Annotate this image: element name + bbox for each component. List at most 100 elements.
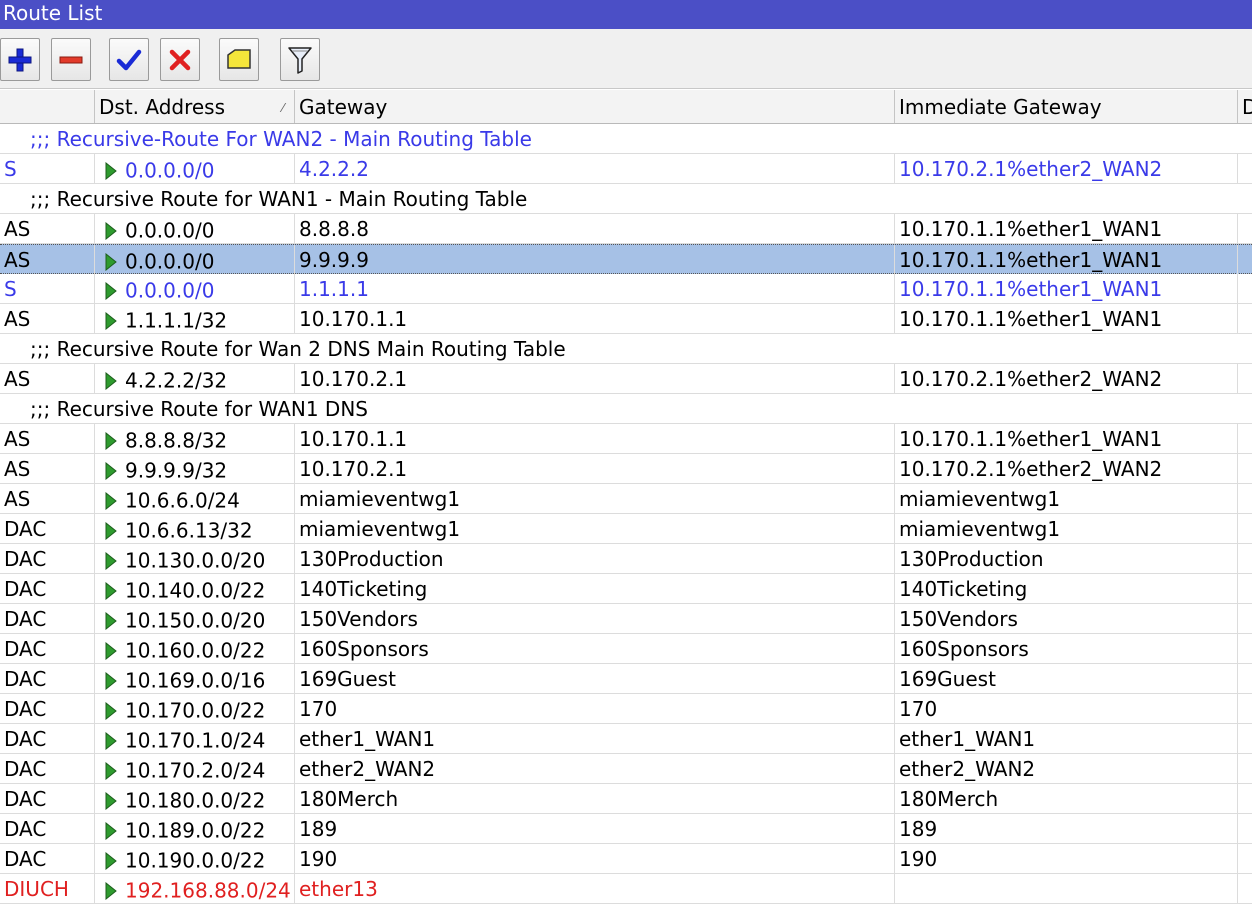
dst-address-cell: 10.170.0.0/22 xyxy=(95,694,295,723)
column-header-dst-address-label: Dst. Address xyxy=(99,95,226,119)
dst-address-cell: 10.6.6.0/24 xyxy=(95,484,295,513)
route-arrow-icon xyxy=(105,431,117,450)
gateway-cell: 9.9.9.9 xyxy=(295,245,895,274)
immediate-gateway-cell: 10.170.2.1%ether2_WAN2 xyxy=(895,364,1238,393)
dst-address-cell: 9.9.9.9/32 xyxy=(95,454,295,483)
table-row[interactable]: DAC 10.170.0.0/22 170 170 xyxy=(0,694,1252,724)
route-table-body: ;;; Recursive-Route For WAN2 - Main Rout… xyxy=(0,124,1252,904)
gateway-cell: 10.170.1.1 xyxy=(295,424,895,453)
immediate-gateway-cell: 10.170.1.1%ether1_WAN1 xyxy=(895,274,1238,303)
flags-cell: S xyxy=(0,154,95,183)
dst-address-cell: 10.140.0.0/22 xyxy=(95,574,295,603)
dst-address: 8.8.8.8/32 xyxy=(125,428,228,453)
flags-cell: DAC xyxy=(0,784,95,813)
table-row[interactable]: DAC 10.130.0.0/20 130Production 130Producti… xyxy=(0,544,1252,574)
flags-cell: DIUCH xyxy=(0,874,95,903)
dst-address-cell: 10.170.2.0/24 xyxy=(95,754,295,783)
route-arrow-icon xyxy=(105,371,117,390)
route-comment: ;;; Recursive-Route For WAN2 - Main Rout… xyxy=(30,127,532,151)
x-icon xyxy=(169,49,191,70)
add-button[interactable] xyxy=(0,38,40,81)
table-row[interactable]: DAC 10.189.0.0/22 189 189 xyxy=(0,814,1252,844)
sort-indicator-icon: ⁄ xyxy=(281,101,284,115)
dst-address: 10.170.1.0/24 xyxy=(125,728,266,753)
comment-row[interactable]: ;;; Recursive Route for WAN1 - Main Rout… xyxy=(0,184,1252,214)
comment-button[interactable] xyxy=(219,38,259,81)
table-row[interactable]: DAC 10.169.0.0/16 169Guest 169Guest xyxy=(0,664,1252,694)
immediate-gateway-cell: 160Sponsors xyxy=(895,634,1238,663)
immediate-gateway-cell: 130Production xyxy=(895,544,1238,573)
route-arrow-icon xyxy=(105,311,117,330)
dst-address-cell: 10.180.0.0/22 xyxy=(95,784,295,813)
dst-address-cell: 0.0.0.0/0 xyxy=(95,214,295,243)
table-row[interactable]: AS 1.1.1.1/32 10.170.1.1 10.170.1.1%ether1_… xyxy=(0,304,1252,334)
immediate-gateway-cell: ether1_WAN1 xyxy=(895,724,1238,753)
route-arrow-icon xyxy=(105,641,117,660)
flags-cell: S xyxy=(0,274,95,303)
route-arrow-icon xyxy=(105,461,117,480)
flags-cell: DAC xyxy=(0,604,95,633)
table-header: Dst. Address ⁄ Gateway Immediate Gateway… xyxy=(0,90,1252,124)
route-arrow-icon xyxy=(105,611,117,630)
enable-button[interactable] xyxy=(109,38,149,81)
dst-address: 10.189.0.0/22 xyxy=(125,818,266,843)
table-row[interactable]: DAC 10.190.0.0/22 190 190 xyxy=(0,844,1252,874)
table-row[interactable]: AS 0.0.0.0/0 9.9.9.9 10.170.1.1%ether1_WAN1 xyxy=(0,244,1252,274)
table-row[interactable]: AS 0.0.0.0/0 8.8.8.8 10.170.1.1%ether1_WAN1 xyxy=(0,214,1252,244)
flags-cell: AS xyxy=(0,424,95,453)
route-comment: ;;; Recursive Route for Wan 2 DNS Main R… xyxy=(30,337,566,361)
column-header-distance[interactable]: D xyxy=(1238,90,1252,123)
route-arrow-icon xyxy=(105,821,117,840)
table-row[interactable]: S 0.0.0.0/0 1.1.1.1 10.170.1.1%ether1_WAN1 xyxy=(0,274,1252,304)
dst-address: 0.0.0.0/0 xyxy=(125,158,215,183)
dst-address-cell: 10.190.0.0/22 xyxy=(95,844,295,873)
table-row[interactable]: DAC 10.180.0.0/22 180Merch 180Merch xyxy=(0,784,1252,814)
route-arrow-icon xyxy=(105,671,117,690)
table-row[interactable]: DAC 10.150.0.0/20 150Vendors 150Vendors xyxy=(0,604,1252,634)
gateway-cell: 140Ticketing xyxy=(295,574,895,603)
flags-cell: DAC xyxy=(0,694,95,723)
check-icon xyxy=(116,49,142,70)
plus-icon xyxy=(8,48,32,71)
column-header-flags[interactable] xyxy=(0,90,95,123)
dst-address-cell: 10.170.1.0/24 xyxy=(95,724,295,753)
route-arrow-icon xyxy=(105,701,117,720)
toolbar xyxy=(0,29,1252,89)
table-row[interactable]: DAC 10.140.0.0/22 140Ticketing 140Ticketing xyxy=(0,574,1252,604)
route-comment: ;;; Recursive Route for WAN1 - Main Rout… xyxy=(30,187,528,211)
table-row[interactable]: DAC 10.6.6.13/32 miamieventwg1 miamieventwg… xyxy=(0,514,1252,544)
comment-row[interactable]: ;;; Recursive Route for Wan 2 DNS Main R… xyxy=(0,334,1252,364)
flags-cell: DAC xyxy=(0,754,95,783)
disable-button[interactable] xyxy=(160,38,200,81)
dst-address: 10.150.0.0/20 xyxy=(125,608,266,633)
table-row[interactable]: AS 8.8.8.8/32 10.170.1.1 10.170.1.1%ether1_… xyxy=(0,424,1252,454)
flags-cell: DAC xyxy=(0,724,95,753)
comment-row[interactable]: ;;; Recursive Route for WAN1 DNS xyxy=(0,394,1252,424)
route-arrow-icon xyxy=(105,791,117,810)
gateway-cell: 130Production xyxy=(295,544,895,573)
column-header-immediate-gateway[interactable]: Immediate Gateway xyxy=(895,90,1238,123)
remove-button[interactable] xyxy=(51,38,91,81)
comment-row[interactable]: ;;; Recursive-Route For WAN2 - Main Rout… xyxy=(0,124,1252,154)
flags-cell: DAC xyxy=(0,844,95,873)
table-row[interactable]: DIUCH 192.168.88.0/24 ether13 xyxy=(0,874,1252,904)
flags-cell: AS xyxy=(0,304,95,333)
table-row[interactable]: DAC 10.170.1.0/24 ether1_WAN1 ether1_WAN1 xyxy=(0,724,1252,754)
table-row[interactable]: AS 9.9.9.9/32 10.170.2.1 10.170.2.1%ether2_… xyxy=(0,454,1252,484)
table-row[interactable]: DAC 10.170.2.0/24 ether2_WAN2 ether2_WAN2 xyxy=(0,754,1252,784)
filter-button[interactable] xyxy=(280,38,320,81)
dst-address-cell: 10.150.0.0/20 xyxy=(95,604,295,633)
table-row[interactable]: DAC 10.160.0.0/22 160Sponsors 160Sponsors xyxy=(0,634,1252,664)
dst-address-cell: 8.8.8.8/32 xyxy=(95,424,295,453)
route-arrow-icon xyxy=(105,881,117,900)
route-arrow-icon xyxy=(105,551,117,570)
table-row[interactable]: S 0.0.0.0/0 4.2.2.2 10.170.2.1%ether2_WAN2 xyxy=(0,154,1252,184)
column-header-dst-address[interactable]: Dst. Address ⁄ xyxy=(95,90,295,123)
table-row[interactable]: AS 4.2.2.2/32 10.170.2.1 10.170.2.1%ether2_… xyxy=(0,364,1252,394)
immediate-gateway-cell: 10.170.2.1%ether2_WAN2 xyxy=(895,454,1238,483)
dst-address: 10.190.0.0/22 xyxy=(125,848,266,873)
dst-address: 0.0.0.0/0 xyxy=(125,218,215,243)
column-header-gateway[interactable]: Gateway xyxy=(295,90,895,123)
table-row[interactable]: AS 10.6.6.0/24 miamieventwg1 miamieventwg1 xyxy=(0,484,1252,514)
immediate-gateway-cell xyxy=(895,874,1238,903)
